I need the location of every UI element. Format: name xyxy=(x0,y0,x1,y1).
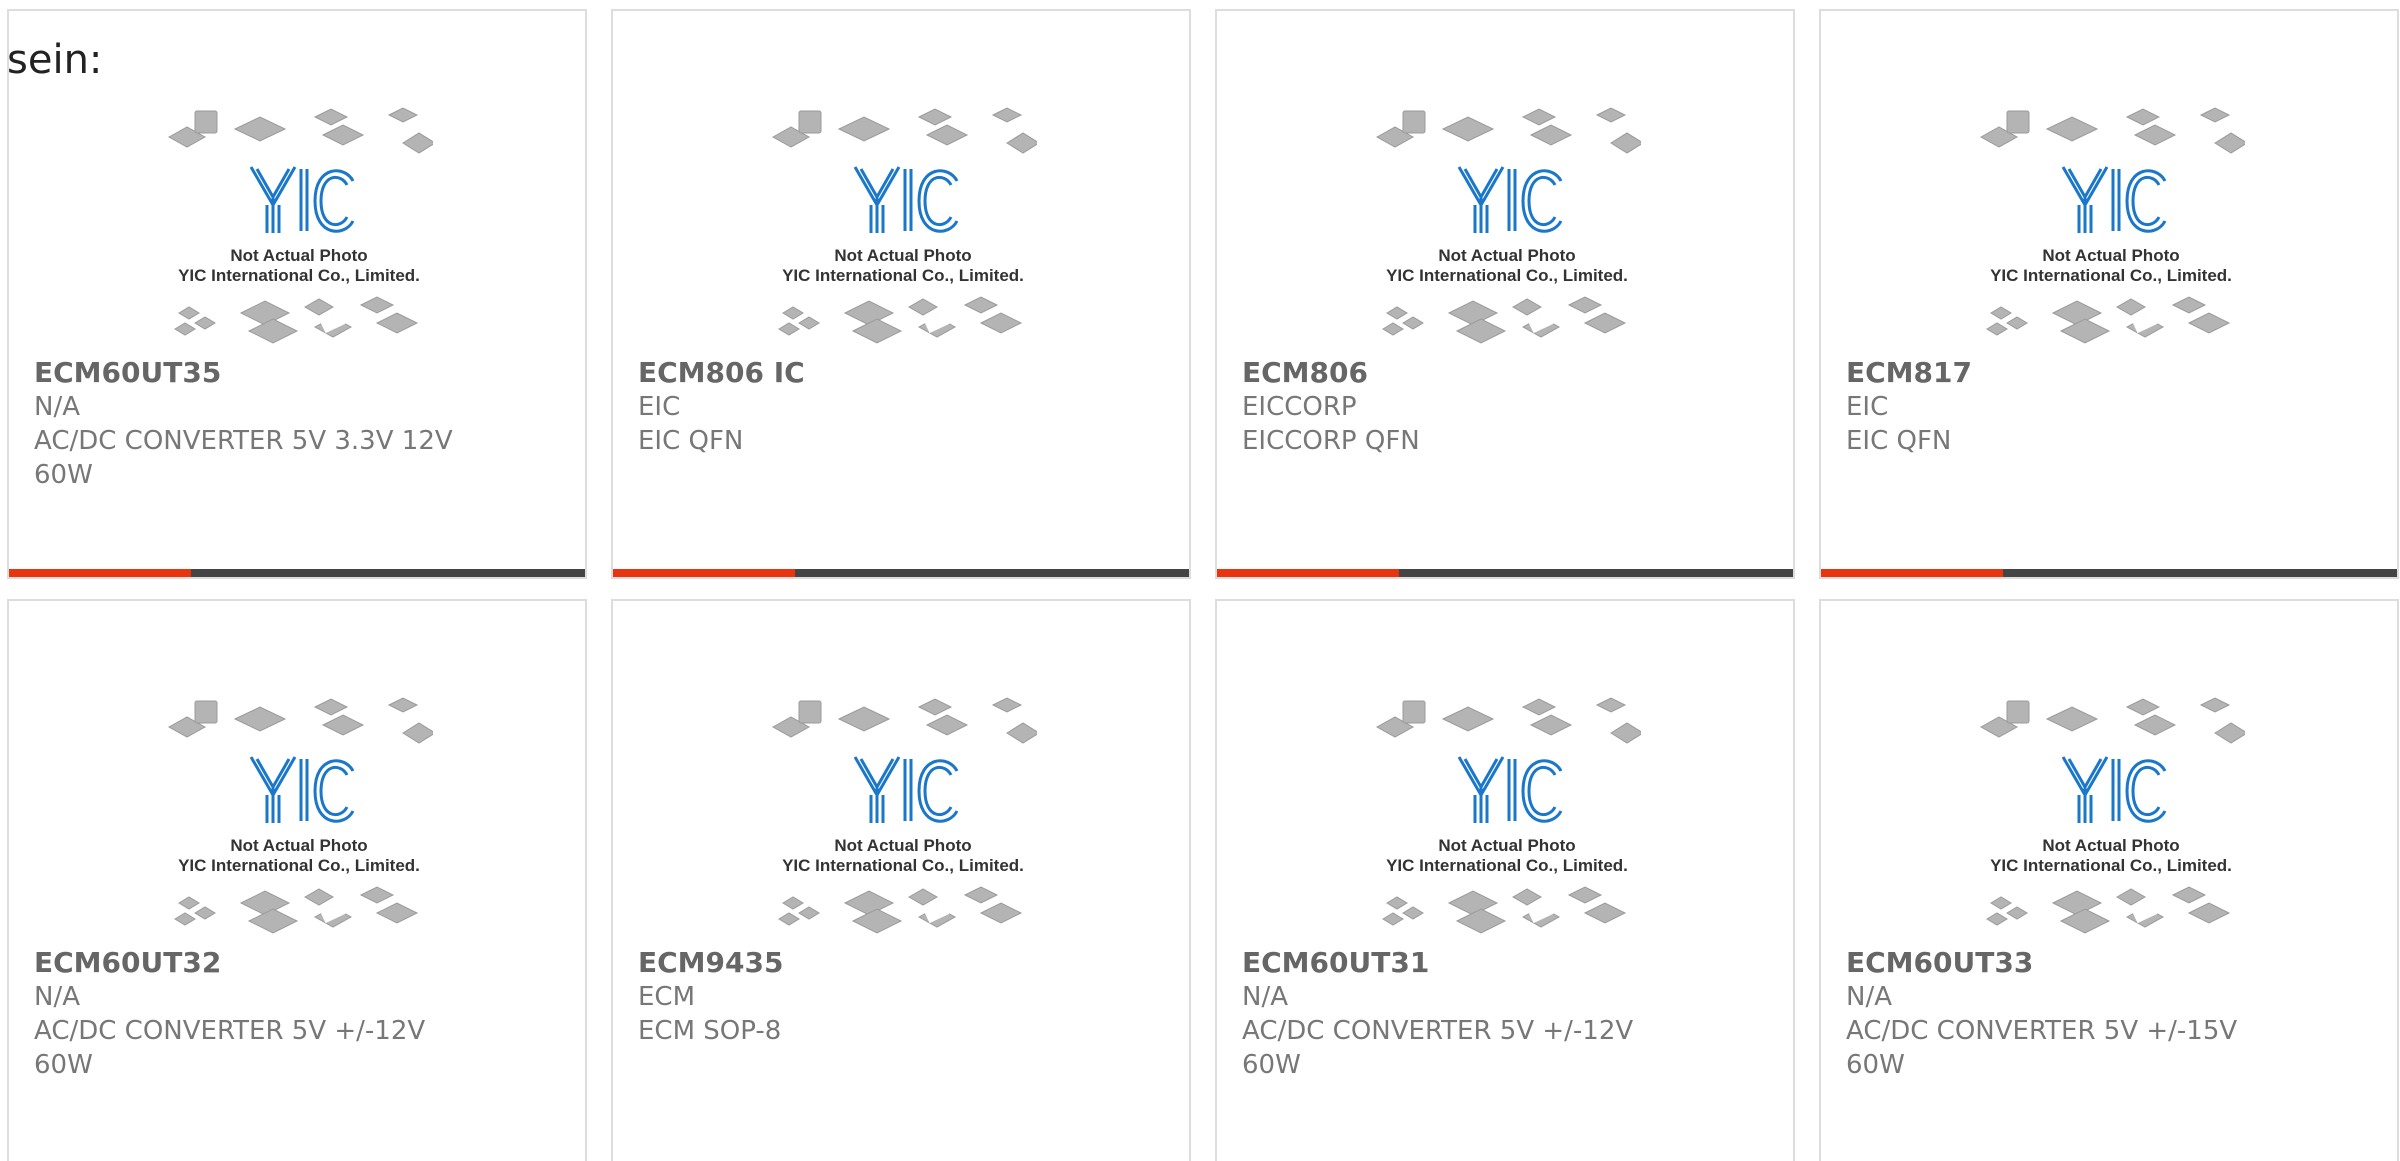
photo-caption-1: Not Actual Photo xyxy=(834,246,971,265)
product-photo: Not Actual Photo YIC International Co., … xyxy=(1977,101,2245,351)
description-extra: 60W xyxy=(1846,1050,1905,1080)
yic-logo-icon: Not Actual Photo YIC International Co., … xyxy=(1977,691,2245,941)
photo-caption-2: YIC International Co., Limited. xyxy=(782,856,1024,875)
card-accent-bar xyxy=(9,569,191,577)
yic-logo-icon: Not Actual Photo YIC International Co., … xyxy=(165,101,433,351)
yic-logo-icon: Not Actual Photo YIC International Co., … xyxy=(1977,101,2245,351)
manufacturer: EICCORP xyxy=(1242,392,1357,422)
photo-caption-1: Not Actual Photo xyxy=(1438,246,1575,265)
photo-caption-2: YIC International Co., Limited. xyxy=(178,266,420,285)
part-number[interactable]: ECM806 xyxy=(1242,356,1783,390)
product-card[interactable]: Not Actual Photo YIC International Co., … xyxy=(1215,9,1795,579)
product-info: ECM60UT31 N/A AC/DC CONVERTER 5V +/-12V … xyxy=(1242,946,1783,1082)
part-number[interactable]: ECM60UT31 xyxy=(1242,946,1783,980)
part-number[interactable]: ECM817 xyxy=(1846,356,2387,390)
yic-logo-icon: Not Actual Photo YIC International Co., … xyxy=(165,691,433,941)
card-bottom-bar xyxy=(613,569,1189,577)
photo-caption-2: YIC International Co., Limited. xyxy=(1990,266,2232,285)
yic-logo-icon: Not Actual Photo YIC International Co., … xyxy=(769,101,1037,351)
part-number[interactable]: ECM60UT32 xyxy=(34,946,575,980)
yic-logo-icon: Not Actual Photo YIC International Co., … xyxy=(1373,101,1641,351)
photo-caption-1: Not Actual Photo xyxy=(2042,836,2179,855)
product-info: ECM817 EIC EIC QFN xyxy=(1846,356,2387,458)
product-photo: Not Actual Photo YIC International Co., … xyxy=(1977,691,2245,941)
product-photo: Not Actual Photo YIC International Co., … xyxy=(769,691,1037,941)
photo-caption-2: YIC International Co., Limited. xyxy=(178,856,420,875)
description: AC/DC CONVERTER 5V +/-15V xyxy=(1846,1016,2238,1046)
product-info: ECM60UT32 N/A AC/DC CONVERTER 5V +/-12V … xyxy=(34,946,575,1082)
product-card[interactable]: Not Actual Photo YIC International Co., … xyxy=(1819,9,2399,579)
intro-text: sein: xyxy=(7,37,103,83)
photo-caption-2: YIC International Co., Limited. xyxy=(782,266,1024,285)
product-info: ECM806 EICCORP EICCORP QFN xyxy=(1242,356,1783,458)
product-photo: Not Actual Photo YIC International Co., … xyxy=(1373,691,1641,941)
product-info: ECM60UT33 N/A AC/DC CONVERTER 5V +/-15V … xyxy=(1846,946,2387,1082)
manufacturer: N/A xyxy=(1242,982,1288,1012)
manufacturer: EIC xyxy=(638,392,681,422)
description: AC/DC CONVERTER 5V +/-12V xyxy=(34,1016,426,1046)
card-bottom-bar xyxy=(1217,569,1793,577)
card-accent-bar xyxy=(1821,569,2003,577)
yic-logo-icon: Not Actual Photo YIC International Co., … xyxy=(769,691,1037,941)
description: EIC QFN xyxy=(1846,426,1952,456)
product-info: ECM9435 ECM ECM SOP-8 xyxy=(638,946,1179,1048)
photo-caption-1: Not Actual Photo xyxy=(1438,836,1575,855)
description-extra: 60W xyxy=(34,1050,93,1080)
card-accent-bar xyxy=(1217,569,1399,577)
manufacturer: EIC xyxy=(1846,392,1889,422)
product-photo: Not Actual Photo YIC International Co., … xyxy=(1373,101,1641,351)
photo-caption-2: YIC International Co., Limited. xyxy=(1990,856,2232,875)
card-accent-bar xyxy=(613,569,795,577)
card-bottom-bar xyxy=(1821,569,2397,577)
product-info: ECM60UT35 N/A AC/DC CONVERTER 5V 3.3V 12… xyxy=(34,356,575,492)
part-number[interactable]: ECM60UT35 xyxy=(34,356,575,390)
description: ECM SOP-8 xyxy=(638,1016,782,1046)
part-number[interactable]: ECM9435 xyxy=(638,946,1179,980)
photo-caption-1: Not Actual Photo xyxy=(230,246,367,265)
product-card[interactable]: Not Actual Photo YIC International Co., … xyxy=(1819,599,2399,1161)
product-card[interactable]: Not Actual Photo YIC International Co., … xyxy=(7,9,587,579)
part-number[interactable]: ECM806 IC xyxy=(638,356,1179,390)
manufacturer: N/A xyxy=(1846,982,1892,1012)
product-listing-page: sein: Not Actual Photo YIC International… xyxy=(0,0,2400,1161)
product-photo: Not Actual Photo YIC International Co., … xyxy=(165,101,433,351)
product-photo: Not Actual Photo YIC International Co., … xyxy=(769,101,1037,351)
photo-caption-1: Not Actual Photo xyxy=(230,836,367,855)
photo-caption-2: YIC International Co., Limited. xyxy=(1386,266,1628,285)
card-bottom-bar xyxy=(9,569,585,577)
part-number[interactable]: ECM60UT33 xyxy=(1846,946,2387,980)
product-card[interactable]: Not Actual Photo YIC International Co., … xyxy=(1215,599,1795,1161)
description-extra: 60W xyxy=(34,460,93,490)
manufacturer: ECM xyxy=(638,982,696,1012)
description: EIC QFN xyxy=(638,426,744,456)
product-card[interactable]: Not Actual Photo YIC International Co., … xyxy=(611,9,1191,579)
product-card[interactable]: Not Actual Photo YIC International Co., … xyxy=(7,599,587,1161)
description: AC/DC CONVERTER 5V +/-12V xyxy=(1242,1016,1634,1046)
photo-caption-1: Not Actual Photo xyxy=(2042,246,2179,265)
photo-caption-1: Not Actual Photo xyxy=(834,836,971,855)
manufacturer: N/A xyxy=(34,392,80,422)
description: EICCORP QFN xyxy=(1242,426,1420,456)
manufacturer: N/A xyxy=(34,982,80,1012)
product-grid: Not Actual Photo YIC International Co., … xyxy=(7,9,2400,1161)
product-card[interactable]: Not Actual Photo YIC International Co., … xyxy=(611,599,1191,1161)
photo-caption-2: YIC International Co., Limited. xyxy=(1386,856,1628,875)
description-extra: 60W xyxy=(1242,1050,1301,1080)
product-photo: Not Actual Photo YIC International Co., … xyxy=(165,691,433,941)
yic-logo-icon: Not Actual Photo YIC International Co., … xyxy=(1373,691,1641,941)
description: AC/DC CONVERTER 5V 3.3V 12V xyxy=(34,426,453,456)
product-info: ECM806 IC EIC EIC QFN xyxy=(638,356,1179,458)
